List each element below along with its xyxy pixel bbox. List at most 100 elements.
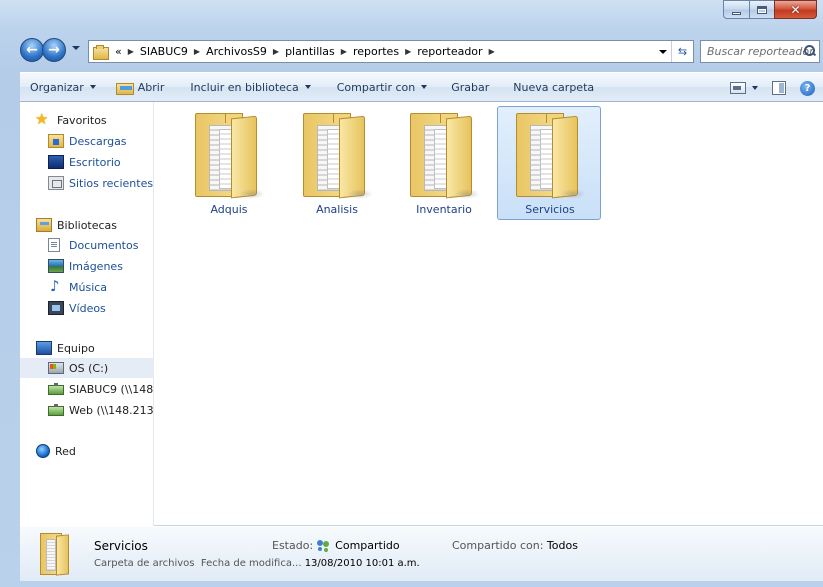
help-button[interactable]: ? bbox=[796, 76, 823, 100]
caret-down-icon bbox=[752, 86, 758, 90]
folder-icon bbox=[195, 113, 265, 199]
window-controls: ✕ bbox=[723, 0, 817, 19]
view-controls: ? bbox=[726, 76, 823, 100]
breadcrumb-item[interactable]: SIABUC9 bbox=[140, 45, 188, 58]
nav-item-videos[interactable]: Vídeos bbox=[20, 298, 154, 318]
explorer-window: ✕ ← → « ▶ SIABUC9 ▶ ArchivosS9 ▶ plantil… bbox=[0, 0, 823, 587]
open-folder-icon bbox=[115, 80, 134, 95]
search-icon[interactable] bbox=[804, 45, 815, 56]
nav-favorites-label: Favoritos bbox=[57, 113, 107, 127]
share-with-button[interactable]: Compartir con bbox=[327, 75, 438, 99]
nav-computer[interactable]: Equipo bbox=[20, 338, 154, 358]
include-library-button[interactable]: Incluir en biblioteca bbox=[180, 75, 320, 99]
details-pane: Servicios Carpeta de archivos Fecha de m… bbox=[20, 526, 823, 581]
search-input[interactable]: Buscar reporteador bbox=[700, 40, 820, 63]
address-bar[interactable]: « ▶ SIABUC9 ▶ ArchivosS9 ▶ plantillas ▶ … bbox=[88, 40, 694, 63]
folder-name: Adquis bbox=[210, 203, 248, 216]
open-button[interactable]: Abrir bbox=[106, 75, 175, 99]
nav-network-label: Red bbox=[55, 444, 76, 458]
breadcrumb: ▶ SIABUC9 ▶ ArchivosS9 ▶ plantillas ▶ re… bbox=[122, 45, 501, 58]
details-shared-label: Compartido con: bbox=[452, 539, 544, 552]
nav-item-label: Documentos bbox=[69, 238, 139, 252]
network-drive-icon bbox=[48, 383, 64, 395]
new-folder-label: Nueva carpeta bbox=[513, 80, 595, 94]
breadcrumb-separator-icon[interactable]: ▶ bbox=[194, 47, 200, 56]
preview-pane-button[interactable] bbox=[762, 76, 796, 100]
recent-places-icon bbox=[48, 176, 64, 190]
nav-item-documents[interactable]: Documentos bbox=[20, 235, 154, 255]
nav-item-music[interactable]: Música bbox=[20, 277, 154, 297]
navigation-bar: ← → « ▶ SIABUC9 ▶ ArchivosS9 ▶ plantilla… bbox=[0, 36, 823, 66]
details-type: Carpeta de archivos bbox=[94, 558, 195, 569]
breadcrumb-separator-icon[interactable]: ▶ bbox=[273, 47, 279, 56]
nav-item-label: Escritorio bbox=[69, 155, 121, 169]
nav-item-label: OS (C:) bbox=[69, 361, 109, 375]
folder-item[interactable]: Adquis bbox=[176, 106, 280, 220]
nav-libraries[interactable]: Bibliotecas bbox=[20, 215, 154, 235]
folder-item[interactable]: Analisis bbox=[284, 106, 388, 220]
file-list: Adquis Analisis Inventario Servicios bbox=[155, 102, 823, 526]
downloads-icon bbox=[48, 134, 64, 148]
nav-libraries-label: Bibliotecas bbox=[57, 218, 118, 232]
breadcrumb-overflow[interactable]: « bbox=[115, 45, 122, 58]
computer-icon bbox=[36, 341, 52, 355]
navigation-pane: Favoritos Descargas Escritorio Sitios re… bbox=[20, 102, 154, 526]
pictures-icon bbox=[48, 259, 64, 273]
breadcrumb-item[interactable]: plantillas bbox=[285, 45, 335, 58]
nav-item-network-drive[interactable]: SIABUC9 (\\148.2 bbox=[20, 379, 154, 399]
folder-icon bbox=[303, 113, 373, 199]
folder-item-selected[interactable]: Servicios bbox=[497, 106, 601, 220]
nav-item-drive-c[interactable]: OS (C:) bbox=[20, 358, 154, 378]
folder-item[interactable]: Inventario bbox=[391, 106, 495, 220]
change-view-button[interactable] bbox=[726, 76, 762, 100]
back-button[interactable]: ← bbox=[20, 38, 44, 62]
details-date-value: 13/08/2010 10:01 a.m. bbox=[304, 558, 420, 569]
view-icon bbox=[730, 82, 746, 94]
organize-button[interactable]: Organizar bbox=[20, 75, 106, 99]
forward-button[interactable]: → bbox=[42, 38, 66, 62]
preview-pane-icon bbox=[772, 81, 786, 95]
details-status-label: Estado: bbox=[272, 539, 314, 552]
star-icon bbox=[35, 110, 52, 128]
breadcrumb-item[interactable]: reporteador bbox=[417, 45, 482, 58]
address-dropdown-icon[interactable] bbox=[659, 50, 667, 54]
desktop-icon bbox=[48, 155, 64, 169]
nav-item-label: Web (\\148.213.2 bbox=[69, 403, 154, 417]
nav-item-pictures[interactable]: Imágenes bbox=[20, 256, 154, 276]
command-bar: Organizar Abrir Incluir en biblioteca Co… bbox=[20, 72, 823, 102]
breadcrumb-separator-icon[interactable]: ▶ bbox=[128, 47, 134, 56]
minimize-button[interactable] bbox=[723, 0, 749, 19]
refresh-icon: ⇆ bbox=[677, 45, 688, 58]
details-item-name: Servicios bbox=[94, 539, 148, 553]
new-folder-button[interactable]: Nueva carpeta bbox=[503, 75, 604, 99]
network-icon bbox=[36, 444, 50, 458]
nav-item-downloads[interactable]: Descargas bbox=[20, 131, 154, 151]
nav-item-label: Vídeos bbox=[69, 301, 106, 315]
folder-name: Servicios bbox=[525, 203, 575, 216]
nav-item-desktop[interactable]: Escritorio bbox=[20, 152, 154, 172]
content-area: Favoritos Descargas Escritorio Sitios re… bbox=[20, 102, 823, 526]
shared-users-icon bbox=[317, 539, 331, 552]
refresh-button[interactable]: ⇆ bbox=[671, 41, 693, 62]
nav-item-network-drive[interactable]: Web (\\148.213.2 bbox=[20, 400, 154, 420]
folder-icon bbox=[516, 113, 586, 199]
minimize-icon bbox=[732, 11, 741, 15]
breadcrumb-separator-icon[interactable]: ▶ bbox=[341, 47, 347, 56]
breadcrumb-item[interactable]: reportes bbox=[353, 45, 399, 58]
nav-item-label: SIABUC9 (\\148.2 bbox=[69, 382, 154, 396]
breadcrumb-item[interactable]: ArchivosS9 bbox=[206, 45, 267, 58]
burn-button[interactable]: Grabar bbox=[441, 75, 499, 99]
breadcrumb-separator-icon[interactable]: ▶ bbox=[489, 47, 495, 56]
nav-favorites[interactable]: Favoritos bbox=[20, 110, 154, 130]
nav-item-recent-places[interactable]: Sitios recientes bbox=[20, 173, 154, 193]
music-icon bbox=[48, 277, 64, 295]
nav-network[interactable]: Red bbox=[20, 441, 154, 461]
close-button[interactable]: ✕ bbox=[774, 0, 817, 19]
breadcrumb-separator-icon[interactable]: ▶ bbox=[405, 47, 411, 56]
burn-label: Grabar bbox=[451, 80, 490, 94]
back-arrow-icon: ← bbox=[26, 42, 38, 58]
maximize-button[interactable] bbox=[749, 0, 774, 19]
nav-arrows: ← → bbox=[20, 38, 68, 63]
recent-pages-dropdown[interactable] bbox=[72, 46, 80, 50]
details-shared-value: Todos bbox=[546, 539, 578, 552]
